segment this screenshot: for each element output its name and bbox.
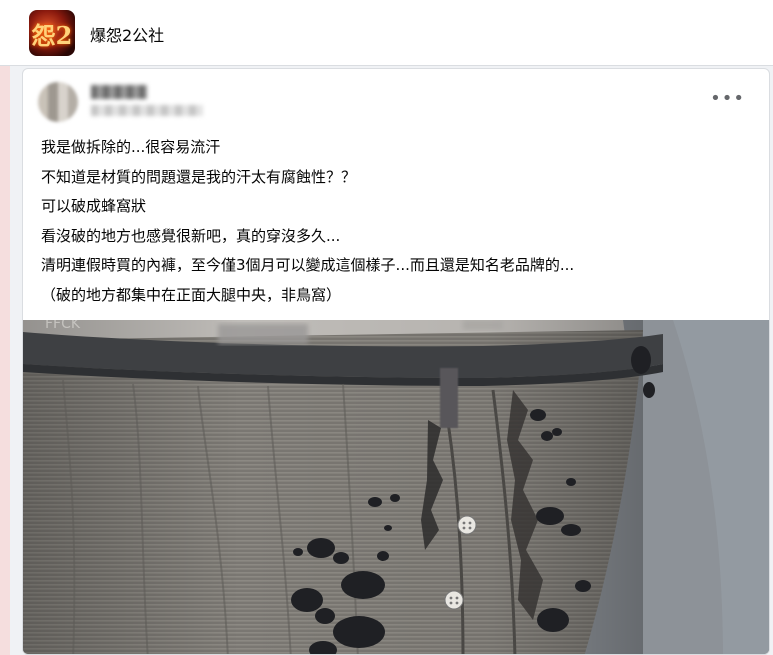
group-logo-icon: 怨2 xyxy=(31,21,73,50)
post-text-line: 可以破成蜂窩狀 xyxy=(41,197,147,215)
post-text-line: 不知道是材質的問題還是我的汗太有腐蝕性？？ xyxy=(41,167,357,186)
post-text-line: 我是做拆除的...很容易流汗 xyxy=(41,138,221,156)
post-text-line: 看沒破的地方也感覺很新吧，真的穿沒多久... xyxy=(41,226,341,245)
post-timestamp-blurred[interactable] xyxy=(91,105,203,116)
post-body: 我是做拆除的...很容易流汗 不知道是材質的問題還是我的汗太有腐蝕性？？ 可以破… xyxy=(41,133,751,310)
author-name-blurred[interactable] xyxy=(91,85,147,99)
post-card: ••• 我是做拆除的...很容易流汗 不知道是材質的問題還是我的汗太有腐蝕性？？… xyxy=(22,68,770,655)
post-text-line: （破的地方都集中在正面大腿中央，非鳥窩） xyxy=(41,285,342,304)
post-photo[interactable]: FFCK xyxy=(23,320,769,654)
group-avatar[interactable]: 怨2 xyxy=(29,10,75,56)
group-header: 怨2 爆怨2公社 xyxy=(0,0,773,66)
more-options-button[interactable]: ••• xyxy=(710,89,745,109)
group-name[interactable]: 爆怨2公社 xyxy=(90,22,164,46)
svg-text:FFCK: FFCK xyxy=(45,320,81,332)
background-strip xyxy=(0,66,10,655)
damaged-underwear-photo: FFCK xyxy=(23,320,769,654)
post-text-line: 清明連假時買的內褲，至今僅3個月可以變成這個樣子...而且還是知名老品牌的... xyxy=(41,256,575,274)
author-avatar-blurred[interactable] xyxy=(38,82,78,122)
